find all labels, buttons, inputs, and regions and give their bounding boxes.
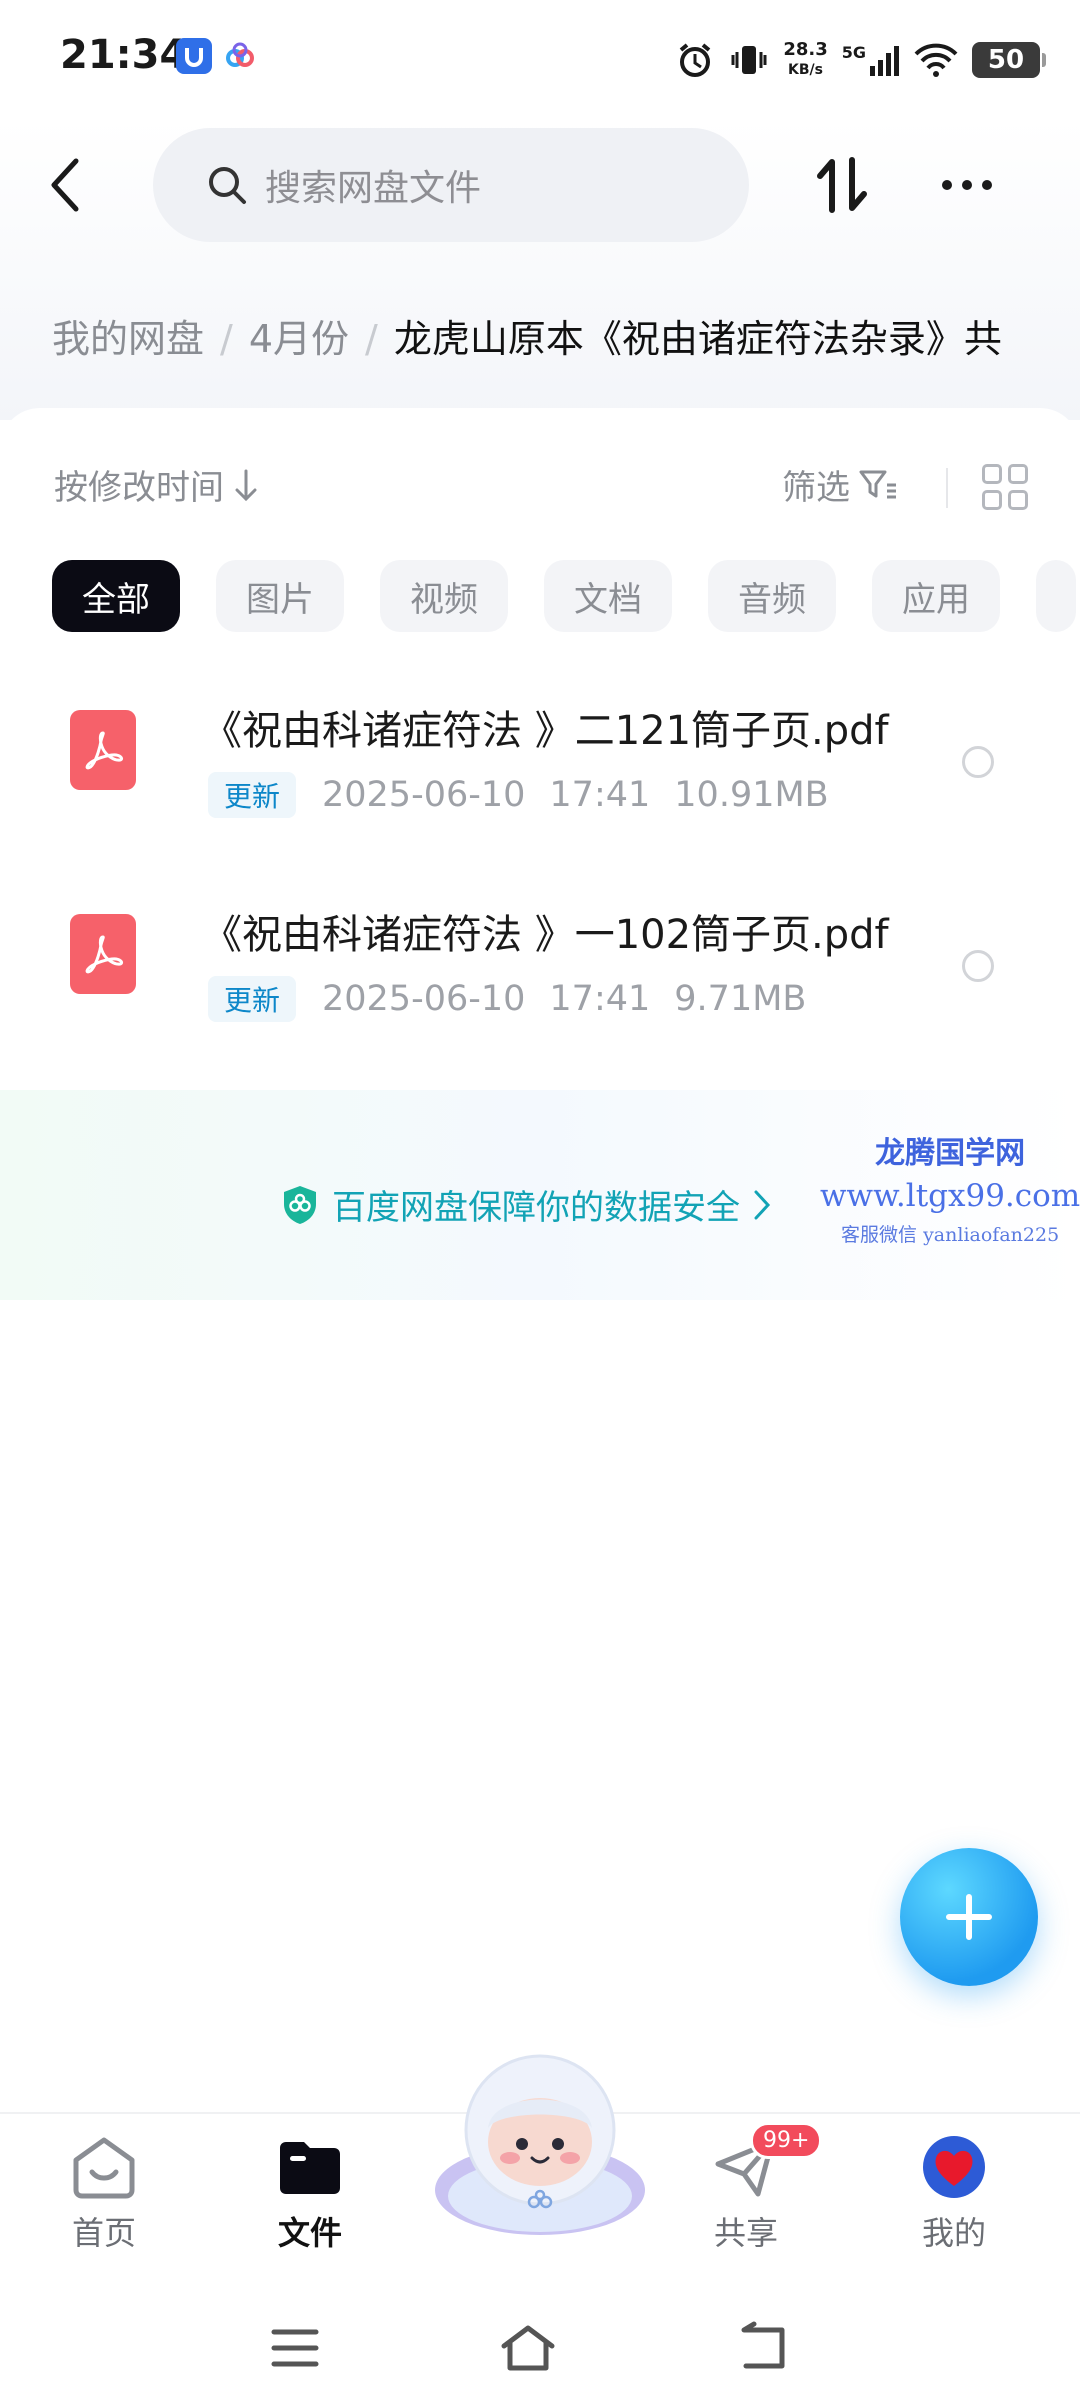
filter-button[interactable]: 筛选: [782, 460, 898, 509]
transfer-button[interactable]: [808, 150, 878, 220]
nav-share-label: 共享: [713, 2214, 778, 2252]
net-speed: 28.3 KB/s: [783, 39, 828, 79]
chip-documents[interactable]: 文档: [544, 560, 672, 632]
file-time: 17:41: [549, 979, 651, 1019]
file-date: 2025-06-10: [322, 775, 526, 815]
return-icon: [741, 2321, 785, 2369]
search-icon: [209, 167, 246, 204]
file-row[interactable]: 《祝由科诸症符法 》一102筒子页.pdf 更新 2025-06-10 17:41…: [0, 876, 1080, 1056]
select-radio[interactable]: [962, 950, 994, 982]
breadcrumb-separator: /: [365, 317, 378, 361]
more-dot-icon: [962, 180, 972, 190]
search-placeholder: 搜索网盘文件: [265, 168, 482, 209]
pdf-file-icon: [70, 914, 136, 994]
breadcrumb: 我的网盘 / 4月份 / 龙虎山原本《祝由诸症符法杂录》共: [52, 308, 1080, 363]
update-tag: 更新: [208, 772, 297, 818]
grid-cell-icon: [1008, 490, 1028, 510]
nav-share[interactable]: 99+ 共享: [676, 2122, 823, 2254]
chip-apps[interactable]: 应用: [872, 560, 1000, 632]
breadcrumb-current: 龙虎山原本《祝由诸症符法杂录》共: [393, 317, 1002, 361]
vibrate-icon: [731, 46, 767, 74]
watermark-title: 龙腾国学网: [875, 1136, 1026, 1171]
add-button[interactable]: [900, 1848, 1038, 1986]
nav-files[interactable]: 文件: [240, 2134, 380, 2254]
menu-icon: [271, 2329, 319, 2367]
safety-notice-text: 百度网盘保障你的数据安全: [332, 1188, 740, 1228]
status-time: 21:34: [60, 32, 188, 78]
chip-images[interactable]: 图片: [216, 560, 344, 632]
nav-home-label: 首页: [71, 2214, 136, 2252]
nav-files-label: 文件: [277, 2214, 342, 2252]
battery-indicator: 50: [972, 42, 1046, 78]
file-time: 17:41: [549, 775, 651, 815]
watermark-contact: 客服微信 yanliaofan225: [841, 1224, 1060, 1246]
safety-notice-link[interactable]: 百度网盘保障你的数据安全: [280, 1180, 772, 1229]
nav-me-label: 我的: [921, 2214, 986, 2252]
more-dot-icon: [982, 180, 992, 190]
grid-cell-icon: [1008, 464, 1028, 484]
chip-all[interactable]: 全部: [52, 560, 180, 632]
paper-plane-icon: 99+: [710, 2122, 823, 2200]
nav-me[interactable]: 我的: [884, 2134, 1024, 2254]
sort-label: 按修改时间: [54, 468, 224, 508]
back-button[interactable]: [40, 150, 90, 220]
avatar: [918, 2134, 990, 2200]
breadcrumb-root[interactable]: 我的网盘: [52, 317, 204, 361]
chip-audio[interactable]: 音频: [708, 560, 836, 632]
category-chips: 全部 图片 视频 文档 音频 应用: [52, 560, 1076, 632]
share-badge: 99+: [750, 2122, 823, 2159]
chevron-left-icon: [51, 158, 79, 212]
alarm-icon: [680, 43, 711, 77]
file-row[interactable]: 《祝由科诸症符法 》二121筒子页.pdf 更新 2025-06-10 17:41…: [0, 672, 1080, 852]
search-input[interactable]: 搜索网盘文件: [153, 128, 749, 242]
signal-icon: [870, 46, 899, 76]
shield-icon: [284, 1185, 316, 1224]
toolbar-divider: [946, 468, 948, 508]
chip-videos[interactable]: 视频: [380, 560, 508, 632]
breadcrumb-folder[interactable]: 4月份: [249, 317, 349, 361]
watermark: 龙腾国学网 www.ltgx99.com 客服微信 yanliaofan225: [820, 1128, 1080, 1247]
chevron-right-icon: [754, 1190, 771, 1219]
breadcrumb-separator: /: [220, 317, 233, 361]
system-nav-bar: [0, 2290, 1080, 2400]
filter-icon: [859, 470, 896, 498]
sort-button[interactable]: 按修改时间: [54, 460, 260, 509]
grid-cell-icon: [982, 490, 1002, 510]
house-icon: [501, 2325, 555, 2371]
file-name: 《祝由科诸症符法 》一102筒子页.pdf: [202, 912, 889, 958]
back-system-button[interactable]: [736, 2320, 796, 2376]
pdf-file-icon: [70, 710, 136, 790]
file-size: 9.71MB: [674, 979, 807, 1019]
file-meta: 2025-06-10 17:41 9.71MB: [322, 976, 830, 1022]
baidu-netdisk-app-icon: [222, 38, 258, 74]
wifi-icon: [914, 43, 958, 77]
file-meta: 2025-06-10 17:41 10.91MB: [322, 772, 853, 818]
shield-app-icon: [176, 38, 212, 74]
status-bar: 21:34 28.3 KB/s 5G 50: [0, 0, 1080, 120]
more-button[interactable]: [932, 150, 1002, 220]
arrow-down-icon: [235, 469, 257, 501]
select-radio[interactable]: [962, 746, 994, 778]
filter-label: 筛选: [782, 468, 850, 508]
network-type: 5G: [841, 42, 866, 62]
file-size: 10.91MB: [674, 775, 829, 815]
folder-icon: [274, 2134, 346, 2200]
nav-home[interactable]: 首页: [34, 2134, 174, 2254]
mascot-button[interactable]: [430, 2050, 650, 2240]
recent-apps-button[interactable]: [266, 2320, 326, 2376]
status-icons: 28.3 KB/s 5G 50: [675, 30, 1046, 90]
grid-cell-icon: [982, 464, 1002, 484]
update-tag: 更新: [208, 976, 297, 1022]
sort-arrows-icon: [817, 157, 867, 213]
more-dot-icon: [942, 180, 952, 190]
chip-more[interactable]: [1036, 560, 1076, 632]
plus-icon: [946, 1894, 992, 1940]
file-name: 《祝由科诸症符法 》二121筒子页.pdf: [202, 708, 889, 754]
home-system-button[interactable]: [498, 2320, 558, 2376]
file-date: 2025-06-10: [322, 979, 526, 1019]
grid-view-button[interactable]: [982, 464, 1028, 510]
watermark-url: www.ltgx99.com: [820, 1178, 1080, 1214]
home-icon: [68, 2134, 140, 2200]
